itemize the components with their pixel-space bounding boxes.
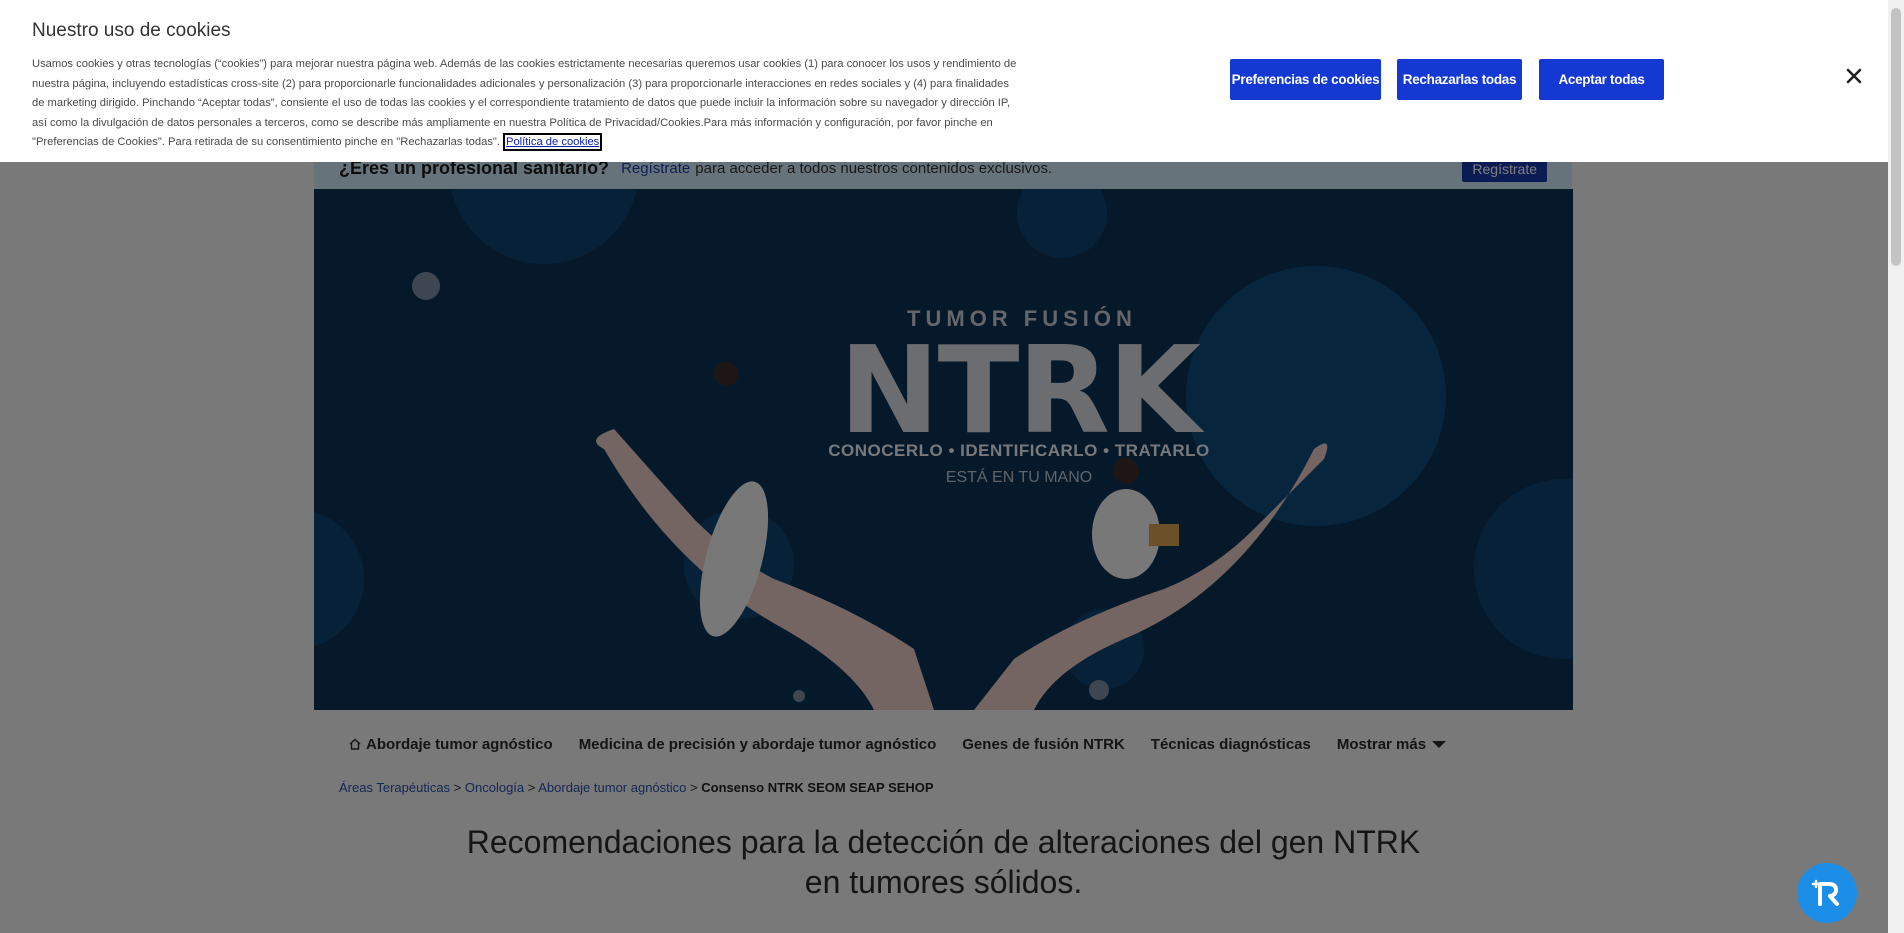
scrollbar[interactable] <box>1888 0 1904 933</box>
cookie-banner: Nuestro uso de cookies Usamos cookies y … <box>0 0 1888 162</box>
breadcrumb-link[interactable]: Abordaje tumor agnóstico <box>538 780 686 795</box>
accept-all-button[interactable]: Aceptar todas <box>1539 59 1664 100</box>
nav-item-abordaje[interactable]: Abordaje tumor agnóstico <box>349 736 553 753</box>
home-icon <box>349 738 361 750</box>
nav-show-more[interactable]: Mostrar más <box>1336 735 1447 753</box>
breadcrumb-separator: > <box>450 780 465 795</box>
breadcrumb: Áreas Terapéuticas > Oncología > Abordaj… <box>339 780 934 795</box>
breadcrumb-link[interactable]: Oncología <box>465 780 524 795</box>
assistant-button[interactable] <box>1797 863 1857 923</box>
breadcrumb-separator: > <box>686 780 702 795</box>
cookie-policy-link[interactable]: Política de cookies <box>502 133 603 152</box>
cookie-preferences-button[interactable]: Preferencias de cookies <box>1230 59 1381 100</box>
nav-item-label: Abordaje tumor agnóstico <box>366 735 553 753</box>
hero-tagline: ESTÁ EN TU MANO <box>945 469 1093 486</box>
hero-banner: TUMOR FUSIÓN NTRK CONOCERLO • IDENTIFICA… <box>314 189 1573 710</box>
nav-item-medicina[interactable]: Medicina de precisión y abordaje tumor a… <box>579 736 937 753</box>
reject-all-button[interactable]: Rechazarlas todas <box>1397 59 1522 100</box>
assistant-logo-icon <box>1811 879 1839 906</box>
scrollbar-thumb[interactable] <box>1891 8 1901 266</box>
nav-item-tecnicas[interactable]: Técnicas diagnósticas <box>1151 736 1311 753</box>
breadcrumb-current: Consenso NTRK SEOM SEAP SEHOP <box>701 780 934 795</box>
breadcrumb-separator: > <box>524 780 539 795</box>
professional-text: para acceder a todos nuestros contenidos… <box>695 160 1053 177</box>
register-link[interactable]: Regístrate <box>621 160 690 177</box>
page-title-line: en tumores sólidos. <box>804 864 1083 900</box>
cookie-description: Usamos cookies y otras tecnologías (“coo… <box>32 55 1022 153</box>
cookie-title: Nuestro uso de cookies <box>32 20 231 41</box>
page-title: Recomendaciones para la detección de alt… <box>314 822 1573 902</box>
show-more-label: Mostrar más <box>1336 735 1427 753</box>
hero-steps: CONOCERLO • IDENTIFICARLO • TRATARLO <box>828 441 1210 460</box>
section-nav: Abordaje tumor agnóstico Medicina de pre… <box>314 728 1573 760</box>
page-title-line: Recomendaciones para la detección de alt… <box>466 824 1421 860</box>
nav-item-genes[interactable]: Genes de fusión NTRK <box>962 736 1125 753</box>
caret-down-icon <box>1432 740 1447 748</box>
breadcrumb-link[interactable]: Áreas Terapéuticas <box>339 780 450 795</box>
cookie-text: Usamos cookies y otras tecnologías (“coo… <box>32 58 1017 149</box>
close-icon[interactable] <box>1844 66 1864 86</box>
